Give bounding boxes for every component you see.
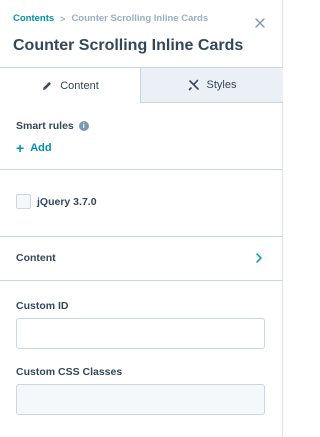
panel-header: Contents > Counter Scrolling Inline Card… xyxy=(0,0,283,67)
breadcrumb-current: Counter Scrolling Inline Cards xyxy=(71,13,209,24)
smart-rules-heading: Smart rules i xyxy=(16,120,89,132)
paintbrush-icon xyxy=(188,79,199,91)
custom-id-input[interactable] xyxy=(16,318,265,349)
smart-rules-label: Smart rules xyxy=(16,120,74,132)
tab-styles-label: Styles xyxy=(206,79,237,91)
chevron-right-icon xyxy=(256,253,262,263)
tab-content[interactable]: Content xyxy=(0,67,141,103)
jquery-checkbox[interactable] xyxy=(16,194,31,209)
tab-content-label: Content xyxy=(60,79,99,92)
custom-id-label: Custom ID xyxy=(16,300,69,312)
close-button[interactable] xyxy=(253,16,267,30)
breadcrumb-root-link[interactable]: Contents xyxy=(13,13,54,24)
breadcrumb: Contents > Counter Scrolling Inline Card… xyxy=(13,13,208,24)
plus-icon: + xyxy=(16,140,25,156)
add-label: Add xyxy=(30,142,52,154)
content-section-label: Content xyxy=(16,252,56,264)
content-section-row[interactable]: Content xyxy=(0,237,283,281)
add-smart-rule-button[interactable]: + Add xyxy=(16,141,52,155)
page-title: Counter Scrolling Inline Cards xyxy=(13,37,244,54)
custom-css-classes-label: Custom CSS Classes xyxy=(16,366,123,378)
info-icon[interactable]: i xyxy=(78,121,89,131)
close-icon xyxy=(255,18,265,28)
jquery-label: jQuery 3.7.0 xyxy=(37,196,97,208)
module-editor-panel: Contents > Counter Scrolling Inline Card… xyxy=(0,0,283,437)
tab-styles[interactable]: Styles xyxy=(141,67,283,103)
custom-css-classes-input[interactable] xyxy=(16,384,265,415)
tab-bar: Content Styles xyxy=(0,67,283,103)
smart-rules-section: Smart rules i + Add xyxy=(0,103,283,170)
jquery-section: jQuery 3.7.0 xyxy=(0,170,283,237)
breadcrumb-separator: > xyxy=(60,13,66,24)
pencil-icon xyxy=(43,81,52,90)
